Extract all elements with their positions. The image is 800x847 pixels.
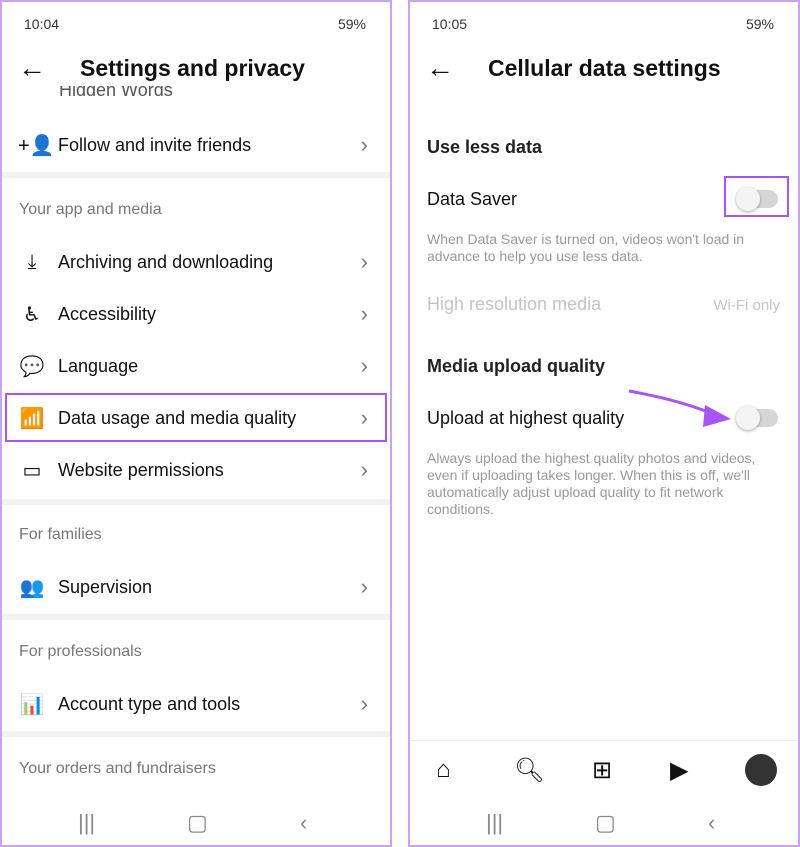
arrow-annotation-icon: [628, 389, 731, 427]
section-header: Media upload quality: [427, 356, 606, 376]
section-header: Use less data: [427, 137, 543, 157]
cellular-data-screen: 10:05 59% ← Cellular data settings Use l…: [408, 0, 800, 847]
home-nav-icon[interactable]: ▢: [595, 810, 616, 836]
chevron-right-icon: ›: [360, 301, 368, 326]
item-follow-invite[interactable]: +👤 Follow and invite friends ›: [2, 119, 390, 171]
chevron-right-icon: ›: [360, 574, 368, 599]
upload-label: Upload at highest quality: [427, 408, 625, 428]
recent-apps-icon[interactable]: |||: [486, 810, 503, 836]
add-person-icon: +👤: [18, 134, 55, 157]
item-archiving[interactable]: ⤓ Archiving and downloading ›: [2, 236, 390, 288]
accessibility-icon: ♿: [23, 303, 41, 326]
page-title: Settings and privacy: [80, 55, 305, 81]
item-language[interactable]: 💬 Language ›: [2, 340, 390, 392]
page-title: Cellular data settings: [488, 55, 721, 81]
item-account-type[interactable]: 📊 Account type and tools ›: [2, 678, 390, 730]
download-icon: ⤓: [27, 250, 37, 273]
high-res-value: Wi-Fi only: [713, 297, 780, 314]
chevron-right-icon: ›: [360, 457, 368, 482]
status-time: 10:05: [432, 16, 468, 32]
data-saver-label: Data Saver: [427, 189, 518, 209]
language-icon: 💬: [19, 355, 45, 378]
partial-item[interactable]: Hidden Words: [59, 86, 173, 100]
section-header: Your orders and fundraisers: [19, 760, 216, 777]
chevron-right-icon: ›: [360, 691, 368, 716]
chevron-right-icon: ›: [360, 132, 368, 157]
search-icon[interactable]: 🔍︎: [514, 756, 544, 785]
high-res-label: High resolution media: [427, 294, 602, 314]
devices-icon: ▭: [22, 459, 42, 482]
divider: [2, 731, 390, 737]
home-nav-icon[interactable]: ▢: [187, 810, 208, 836]
status-time: 10:04: [24, 16, 60, 32]
back-nav-icon[interactable]: ‹: [300, 810, 307, 836]
home-icon[interactable]: ⌂: [436, 756, 451, 784]
status-battery: 59%: [745, 16, 774, 32]
item-accessibility[interactable]: ♿ Accessibility ›: [2, 288, 390, 340]
section-header: For professionals: [19, 643, 142, 660]
divider: [2, 172, 390, 178]
back-arrow-icon[interactable]: ←: [426, 54, 454, 82]
highlight-box: [724, 176, 789, 217]
chart-icon: 📊: [19, 693, 45, 716]
chevron-right-icon: ›: [360, 249, 368, 274]
avatar[interactable]: [745, 754, 777, 786]
people-icon: 👥: [19, 576, 45, 599]
item-website-permissions[interactable]: ▭ Website permissions ›: [2, 444, 390, 496]
settings-privacy-screen: 10:04 59% ← Settings and privacy Hidden …: [0, 0, 392, 847]
create-post-icon[interactable]: ⊞: [592, 756, 612, 785]
section-header: Your app and media: [19, 201, 162, 218]
recent-apps-icon[interactable]: |||: [78, 810, 95, 836]
back-arrow-icon[interactable]: ←: [18, 54, 46, 82]
status-battery: 59%: [337, 16, 366, 32]
upload-desc: Always upload the highest quality photos…: [427, 450, 756, 517]
divider: [2, 614, 390, 620]
chevron-right-icon: ›: [360, 353, 368, 378]
back-nav-icon[interactable]: ‹: [708, 810, 715, 836]
divider: [410, 740, 798, 741]
data-saver-desc: When Data Saver is turned on, videos won…: [427, 231, 745, 264]
section-header: For families: [19, 526, 102, 543]
divider: [2, 499, 390, 505]
reels-icon[interactable]: ▶: [670, 756, 688, 785]
item-supervision[interactable]: 👥 Supervision ›: [2, 561, 390, 613]
highlight-box: [5, 393, 387, 442]
upload-toggle[interactable]: [736, 406, 778, 430]
